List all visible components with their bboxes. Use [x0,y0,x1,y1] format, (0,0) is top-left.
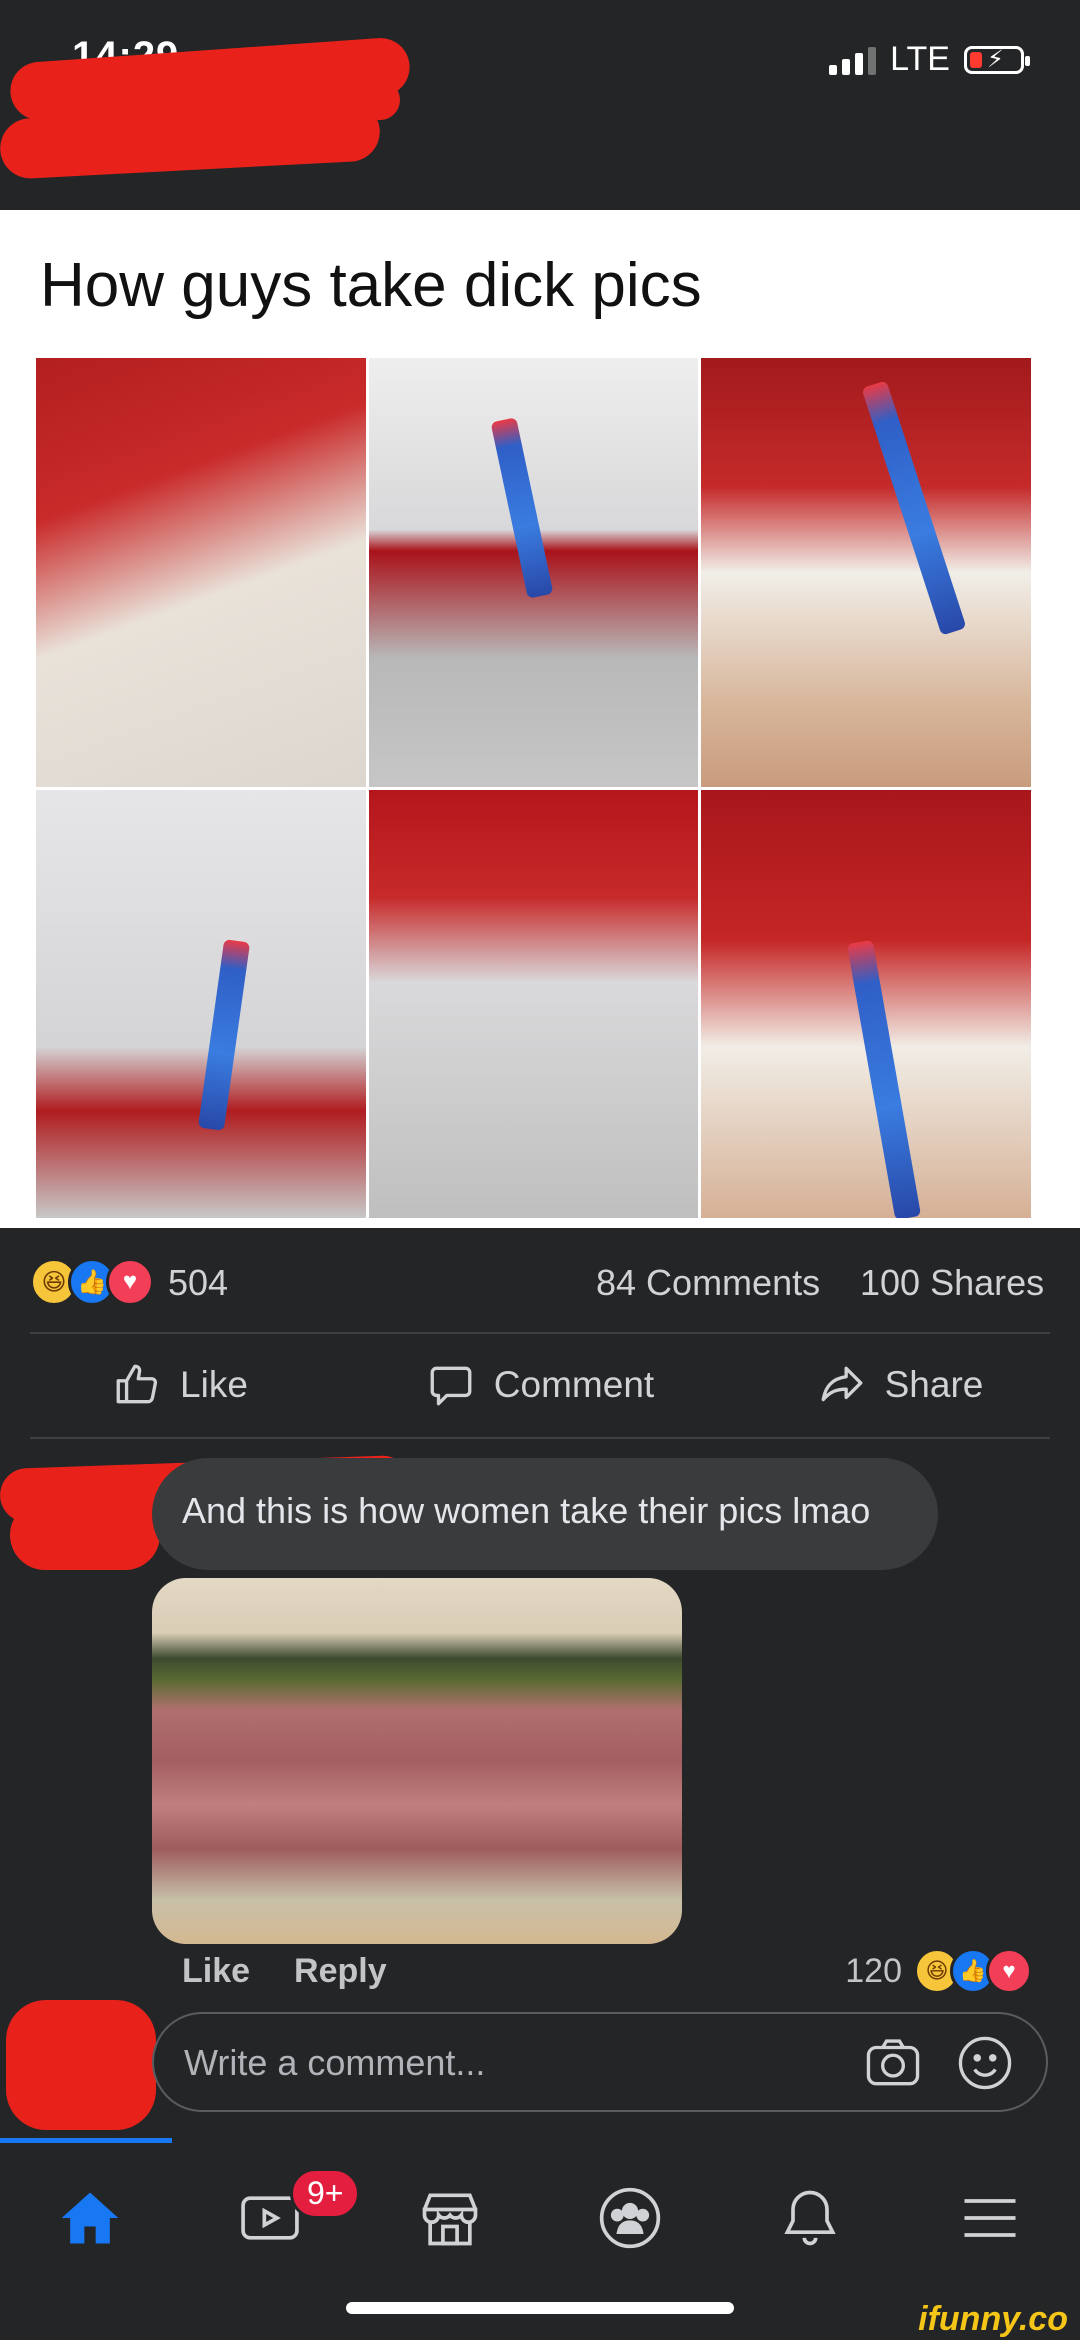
watermark: ifunny.co [918,2300,1068,2338]
comment-reactions[interactable]: 120 😆 👍 ♥ [845,1948,1032,1994]
meme-photo [701,789,1031,1218]
redaction-scribble [40,80,400,120]
nav-watch[interactable]: 9+ [180,2158,361,2278]
share-arrow-icon [821,1366,863,1402]
meme-photo [368,789,699,1218]
comment-bubble[interactable]: And this is how women take their pics lm… [152,1458,938,1570]
divider [30,1437,1050,1439]
nav-items: 9+ [0,2158,1080,2278]
meme-photo [701,358,1031,787]
love-reaction-icon: ♥ [106,1258,154,1306]
status-bar: 14:29 LTE ⚡ [0,0,1080,210]
meme-photo [36,358,366,787]
emoji-icon[interactable] [954,2032,1016,2094]
network-label: LTE [890,40,950,78]
comment-input-placeholder: Write a comment... [184,2042,486,2083]
composer-icons [862,2032,1016,2094]
thumbs-up-icon [116,1364,158,1404]
shares-count[interactable]: 100 Shares [860,1262,1044,1304]
meme-photo-grid [36,358,1031,1218]
comment-button[interactable]: Comment [360,1335,720,1435]
watch-badge: 9+ [290,2168,361,2219]
comment-actions: Like Reply [182,1952,387,1991]
nav-home[interactable] [0,2158,180,2278]
menu-icon [964,2199,1016,2237]
meme-photo [368,358,699,787]
nav-notifications[interactable] [720,2158,900,2278]
comment-input[interactable]: Write a comment... [152,2012,1048,2112]
comment-like-link[interactable]: Like [182,1952,250,1991]
camera-icon[interactable] [862,2032,924,2094]
comment-image[interactable] [152,1578,682,1944]
groups-icon [599,2187,661,2249]
reaction-count[interactable]: 504 [168,1262,228,1304]
nav-groups[interactable] [540,2158,720,2278]
reaction-icons: 😆 👍 ♥ [30,1258,154,1306]
meme-caption: How guys take dick pics [40,251,702,320]
home-indicator[interactable] [346,2302,734,2314]
love-reaction-icon: ♥ [986,1948,1032,1994]
home-icon [61,2192,119,2244]
comment-button-label: Comment [493,1364,655,1405]
active-tab-indicator [0,2138,172,2143]
post-image[interactable]: How guys take dick pics [0,210,1080,1228]
divider [30,1332,1050,1334]
comment-reaction-count: 120 [845,1951,902,1990]
nav-marketplace[interactable] [360,2158,540,2278]
battery-icon: ⚡ [964,45,1030,74]
comment-text: And this is how women take their pics lm… [182,1490,871,1531]
user-avatar-redaction [6,2000,156,2130]
meme-photo [36,789,366,1218]
share-button-label: Share [884,1364,984,1405]
like-button-label: Like [180,1364,248,1405]
post-action-bar: Like Comment Share [0,1335,1080,1435]
avatar-redaction-scribble [10,1500,160,1570]
comments-count[interactable]: 84 Comments [596,1262,820,1304]
marketplace-icon [422,2193,478,2246]
status-indicators: LTE ⚡ [829,40,1030,79]
share-button[interactable]: Share [720,1335,1080,1435]
comment-icon [430,1366,472,1406]
comment-reply-link[interactable]: Reply [294,1952,387,1991]
reaction-summary[interactable]: 😆 👍 ♥ 504 84 Comments 100 Shares [0,1228,1080,1333]
like-button[interactable]: Like [0,1335,360,1435]
notifications-icon [784,2190,836,2246]
signal-icon [829,45,877,75]
nav-menu[interactable] [900,2158,1080,2278]
